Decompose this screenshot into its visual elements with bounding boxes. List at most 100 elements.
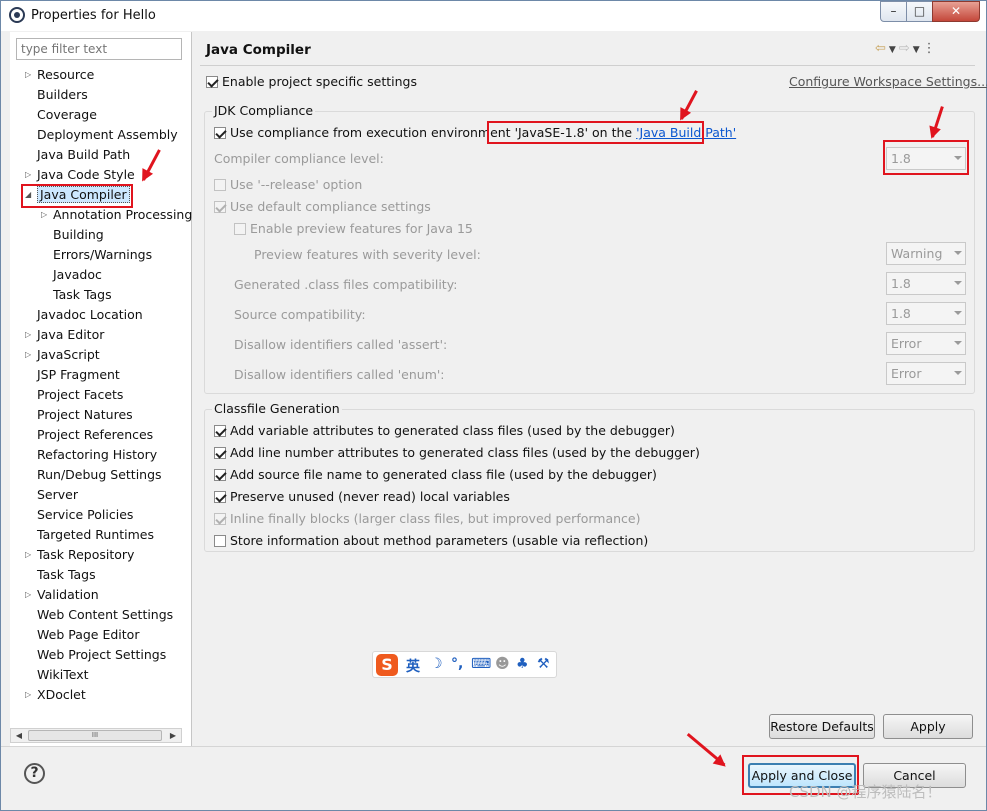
checkbox-box[interactable]: [214, 447, 226, 459]
back-arrow-icon[interactable]: ⇦: [875, 41, 889, 56]
tree-item[interactable]: JSP Fragment: [37, 365, 120, 385]
tree-item[interactable]: Javadoc: [53, 265, 102, 285]
tree-item[interactable]: ▷ Annotation Processing: [41, 205, 192, 225]
forward-arrow-icon[interactable]: ⇨: [899, 41, 913, 56]
tree-item[interactable]: ▷ Java Editor: [25, 325, 104, 345]
filter-input[interactable]: [16, 38, 182, 60]
chevron-down-icon: [954, 251, 962, 255]
class-compat-select[interactable]: 1.8: [886, 272, 966, 295]
collapsed-triangle-icon[interactable]: ▷: [41, 205, 47, 225]
option-label: Add variable attributes to generated cla…: [230, 423, 675, 438]
checkbox-box[interactable]: [214, 469, 226, 481]
default-compliance-checkbox[interactable]: Use default compliance settings: [214, 199, 431, 214]
enum-select[interactable]: Error: [886, 362, 966, 385]
collapsed-triangle-icon[interactable]: ▷: [25, 685, 31, 705]
close-button[interactable]: ✕: [932, 1, 980, 22]
variable-attributes-checkbox[interactable]: Add variable attributes to generated cla…: [214, 423, 675, 438]
collapsed-triangle-icon[interactable]: ▷: [25, 65, 31, 85]
checkbox-box[interactable]: [206, 76, 218, 88]
tree-item[interactable]: Run/Debug Settings: [37, 465, 162, 485]
tree-item[interactable]: Web Page Editor: [37, 625, 139, 645]
tree-item[interactable]: Server: [37, 485, 78, 505]
tree-item[interactable]: ▷ Validation: [25, 585, 99, 605]
checkbox-box[interactable]: [234, 223, 246, 235]
moon-icon[interactable]: ☽: [430, 656, 443, 672]
collapsed-triangle-icon[interactable]: ▷: [25, 545, 31, 565]
assert-select[interactable]: Error: [886, 332, 966, 355]
tree-item[interactable]: Building: [53, 225, 104, 245]
collapsed-triangle-icon[interactable]: ▷: [25, 345, 31, 365]
back-dropdown-icon[interactable]: ▼: [889, 45, 899, 55]
sogou-logo-icon[interactable]: S: [376, 654, 398, 676]
use-compliance-label: Use compliance from execution environmen…: [230, 125, 515, 140]
checkbox-box[interactable]: [214, 425, 226, 437]
tree-item[interactable]: Coverage: [37, 105, 97, 125]
tree-item[interactable]: ▷ Task Repository: [25, 545, 135, 565]
tree-item[interactable]: Refactoring History: [37, 445, 157, 465]
scroll-left-icon[interactable]: ◀: [12, 729, 26, 742]
line-number-checkbox[interactable]: Add line number attributes to generated …: [214, 445, 700, 460]
view-menu-icon[interactable]: ⋮: [923, 41, 939, 56]
collapsed-triangle-icon[interactable]: ▷: [25, 165, 31, 185]
tree-item[interactable]: Targeted Runtimes: [37, 525, 154, 545]
tree-item[interactable]: Web Project Settings: [37, 645, 166, 665]
tree-item[interactable]: Builders: [37, 85, 88, 105]
punctuation-icon[interactable]: °,: [451, 656, 463, 672]
checkbox-box[interactable]: [214, 179, 226, 191]
tree-item[interactable]: ▷ JavaScript: [25, 345, 100, 365]
tree-item-label: Project Facets: [37, 387, 124, 402]
option-label: Preserve unused (never read) local varia…: [230, 489, 510, 504]
enable-specific-checkbox[interactable]: Enable project specific settings: [206, 74, 417, 89]
scroll-thumb[interactable]: III: [28, 730, 162, 741]
minimize-button[interactable]: –: [880, 1, 907, 22]
release-option-checkbox[interactable]: Use '--release' option: [214, 177, 362, 192]
shirt-icon[interactable]: ♣: [516, 656, 529, 672]
apply-button[interactable]: Apply: [883, 714, 973, 739]
tree-item[interactable]: ▷ XDoclet: [25, 685, 86, 705]
method-parameters-checkbox[interactable]: Store information about method parameter…: [214, 533, 648, 548]
tree-horizontal-scrollbar[interactable]: ◀ III ▶: [10, 728, 182, 743]
preserve-unused-checkbox[interactable]: Preserve unused (never read) local varia…: [214, 489, 510, 504]
user-icon[interactable]: ☻: [495, 656, 510, 672]
checkbox-box[interactable]: [214, 201, 226, 213]
checkbox-box[interactable]: [214, 513, 226, 525]
source-file-name-checkbox[interactable]: Add source file name to generated class …: [214, 467, 657, 482]
tree-item-label: Task Repository: [37, 547, 135, 562]
tree-item[interactable]: Service Policies: [37, 505, 133, 525]
configure-workspace-link[interactable]: Configure Workspace Settings...: [789, 74, 987, 89]
tree-item[interactable]: Project Facets: [37, 385, 123, 405]
tree-item[interactable]: ▷ Resource: [25, 65, 95, 85]
maximize-button[interactable]: □: [906, 1, 933, 22]
tree-item[interactable]: Errors/Warnings: [53, 245, 152, 265]
tree-item[interactable]: Java Build Path: [37, 145, 130, 165]
tree-item[interactable]: Javadoc Location: [37, 305, 143, 325]
enable-preview-checkbox[interactable]: Enable preview features for Java 15: [234, 221, 473, 236]
classfile-generation-title: Classfile Generation: [212, 401, 342, 416]
tree-item[interactable]: Project References: [37, 425, 153, 445]
tree-item[interactable]: Web Content Settings: [37, 605, 173, 625]
tree-item[interactable]: Task Tags: [37, 565, 96, 585]
help-icon[interactable]: ?: [24, 763, 45, 784]
inline-finally-checkbox[interactable]: Inline finally blocks (larger class file…: [214, 511, 641, 526]
tree-item[interactable]: Task Tags: [53, 285, 112, 305]
restore-defaults-button[interactable]: Restore Defaults: [769, 714, 875, 739]
checkbox-box[interactable]: [214, 535, 226, 547]
keyboard-icon[interactable]: ⌨: [471, 656, 491, 672]
tree-item-label: Resource: [37, 67, 95, 82]
tree-item[interactable]: Project Natures: [37, 405, 133, 425]
source-compat-select[interactable]: 1.8: [886, 302, 966, 325]
tree-item-label: Javadoc: [53, 267, 102, 282]
collapsed-triangle-icon[interactable]: ▷: [25, 585, 31, 605]
wrench-icon[interactable]: ⚒: [537, 656, 550, 672]
tree-item[interactable]: Deployment Assembly: [37, 125, 178, 145]
preview-severity-select[interactable]: Warning: [886, 242, 966, 265]
checkbox-box[interactable]: [214, 491, 226, 503]
forward-dropdown-icon[interactable]: ▼: [913, 45, 923, 55]
tree-item[interactable]: ▷ Java Code Style: [25, 165, 135, 185]
source-compat-label: Source compatibility:: [234, 307, 366, 322]
collapsed-triangle-icon[interactable]: ▷: [25, 325, 31, 345]
language-toggle-icon[interactable]: 英: [406, 656, 420, 676]
scroll-right-icon[interactable]: ▶: [166, 729, 180, 742]
tree-item[interactable]: WikiText: [37, 665, 89, 685]
checkbox-box[interactable]: [214, 127, 226, 139]
